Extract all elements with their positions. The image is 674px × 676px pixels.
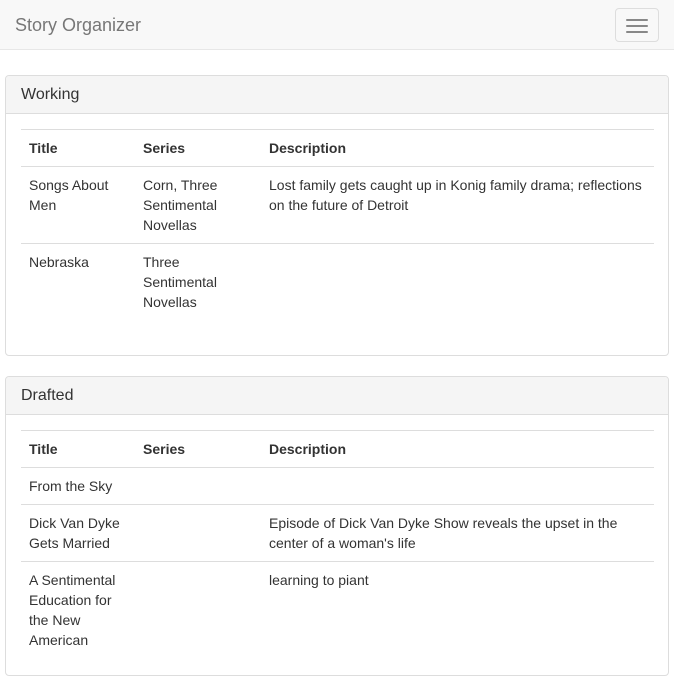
table-header-row: Title Series Description: [21, 129, 654, 167]
column-header-series: Series: [135, 129, 261, 167]
panel-heading: Drafted: [6, 377, 668, 415]
story-series: [135, 467, 261, 505]
stories-table: Title Series Description From the Sky Di…: [21, 430, 654, 658]
story-series: Three Sentimental Novellas: [135, 243, 261, 320]
table-row[interactable]: Dick Van Dyke Gets Married Episode of Di…: [21, 504, 654, 562]
story-series: [135, 504, 261, 562]
story-description: [261, 467, 654, 505]
story-series: [135, 561, 261, 658]
column-header-description: Description: [261, 129, 654, 167]
brand-link[interactable]: Story Organizer: [15, 14, 141, 36]
panel-working: Working Title Series Description Songs A…: [5, 75, 669, 356]
story-title: A Sentimental Education for the New Amer…: [21, 561, 135, 658]
story-title: Songs About Men: [21, 166, 135, 244]
navbar-toggle-button[interactable]: [615, 8, 659, 42]
table-row[interactable]: Songs About Men Corn, Three Sentimental …: [21, 166, 654, 244]
story-series: Corn, Three Sentimental Novellas: [135, 166, 261, 244]
table-row[interactable]: A Sentimental Education for the New Amer…: [21, 561, 654, 658]
panel-drafted: Drafted Title Series Description From th…: [5, 376, 669, 676]
column-header-title: Title: [21, 129, 135, 167]
story-description: Episode of Dick Van Dyke Show reveals th…: [261, 504, 654, 562]
story-description: [261, 243, 654, 320]
table-row[interactable]: From the Sky: [21, 467, 654, 505]
story-title: From the Sky: [21, 467, 135, 505]
panel-heading: Working: [6, 76, 668, 114]
story-description: Lost family gets caught up in Konig fami…: [261, 166, 654, 244]
table-header-row: Title Series Description: [21, 430, 654, 468]
table-row[interactable]: Nebraska Three Sentimental Novellas: [21, 243, 654, 320]
column-header-description: Description: [261, 430, 654, 468]
story-title: Nebraska: [21, 243, 135, 320]
story-title: Dick Van Dyke Gets Married: [21, 504, 135, 562]
navbar: Story Organizer: [0, 0, 674, 50]
column-header-title: Title: [21, 430, 135, 468]
story-description: learning to piant: [261, 561, 654, 658]
stories-table: Title Series Description Songs About Men…: [21, 129, 654, 320]
column-header-series: Series: [135, 430, 261, 468]
